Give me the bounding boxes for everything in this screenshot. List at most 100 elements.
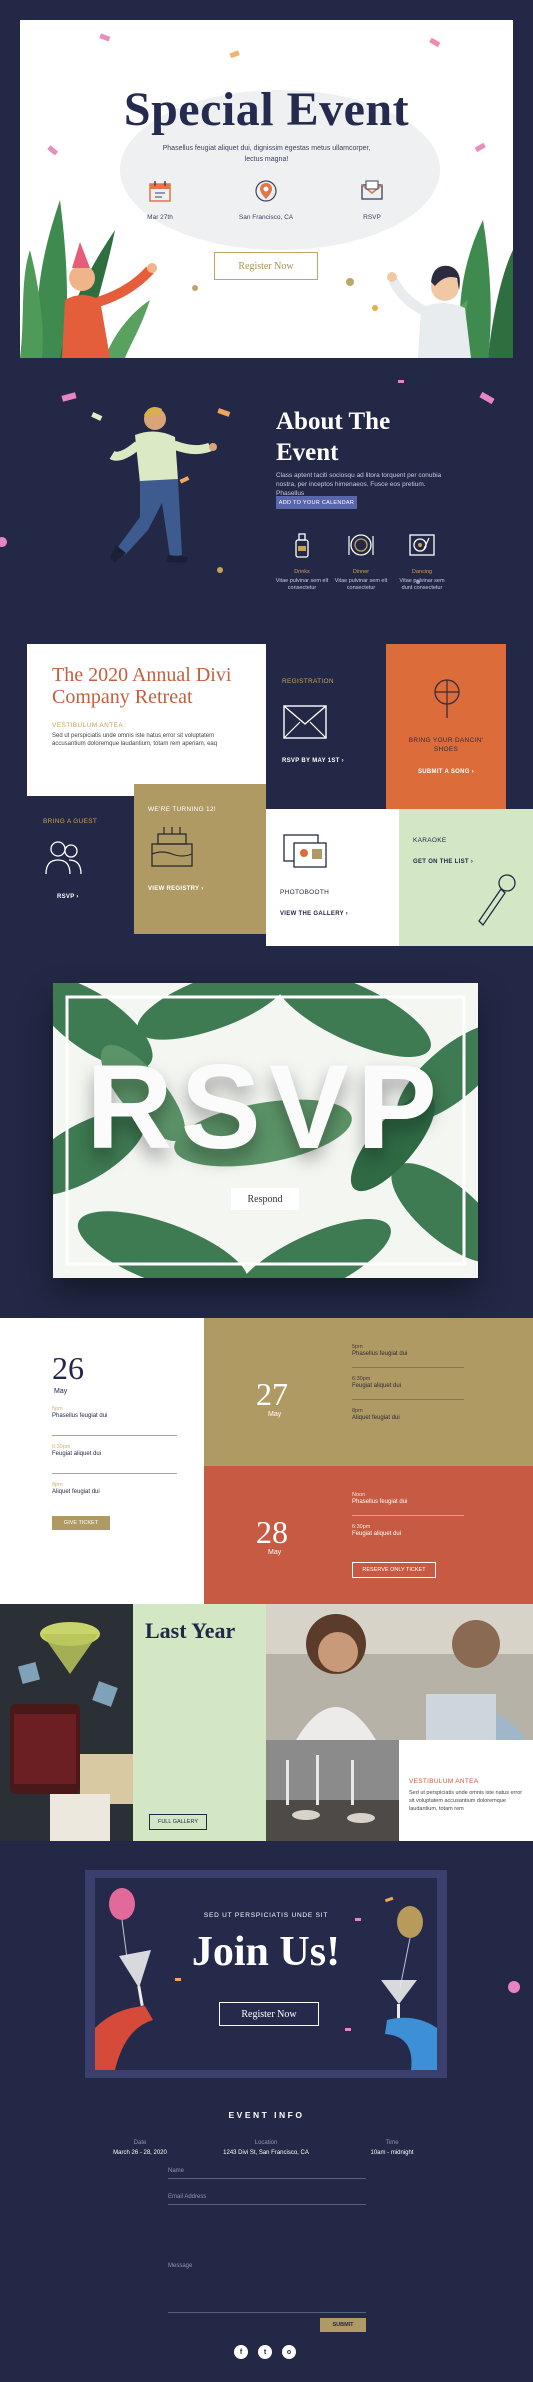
last-year-panel: Last Year FULL GALLERY: [133, 1604, 266, 1841]
guest-link[interactable]: RSVP ›: [57, 894, 79, 900]
schedule-time: Noon: [352, 1492, 366, 1498]
friends-photo: [266, 1604, 533, 1740]
karaoke-label: KARAOKE: [413, 837, 447, 844]
schedule-item: Phasellus feugiat dui: [352, 1351, 408, 1357]
envelope-icon: [361, 180, 383, 200]
photo-friends: [266, 1604, 533, 1740]
divider: [352, 1515, 464, 1516]
last-year-title: Last Year: [145, 1618, 236, 1643]
email-field[interactable]: Email Address: [168, 2194, 366, 2205]
schedule-time: 5pm: [52, 1406, 63, 1412]
schedule-item: Feugiat aliquet dui: [52, 1451, 102, 1457]
hero-section: Special Event Phasellus feugiat aliquet …: [20, 20, 513, 358]
name-field[interactable]: Name: [168, 2168, 366, 2179]
join-title: Join Us!: [191, 1929, 341, 1975]
arrow-right-icon: ›: [341, 758, 344, 764]
reserve-ticket-button[interactable]: RESERVE ONLY TICKET: [352, 1562, 436, 1578]
divider: [52, 1435, 177, 1436]
registration-label: REGISTRATION: [282, 678, 334, 685]
schedule-time: 8pm: [52, 1482, 63, 1488]
join-kicker: SED UT PERSPICIATIS UNDE SIT: [203, 1912, 329, 1919]
day-month: May: [268, 1411, 282, 1418]
day-27-list: 5pm Phasellus feugiat dui 6:30pm Feugiat…: [352, 1344, 464, 1423]
join-inner: SED UT PERSPICIATIS UNDE SIT Join Us! Re…: [95, 1878, 437, 2070]
rsvp-card: RSVP Respond: [53, 983, 478, 1278]
about-item-text: Vitae pulvinar sem elt consectetur: [334, 578, 388, 591]
schedule-item: Phasellus feugiat dui: [52, 1413, 108, 1419]
about-item-label: Dinner: [352, 569, 370, 575]
dinner-icon: [348, 534, 374, 556]
photo-drinks: [0, 1604, 133, 1841]
table-photo: [266, 1740, 399, 1841]
hero-location: San Francisco, CA: [226, 178, 306, 221]
schedule-time: 6:30pm: [352, 1524, 371, 1530]
registration-tile[interactable]: REGISTRATION RSVP BY MAY 1ST ›: [266, 644, 386, 784]
about-text: Class aptent taciti sociosqu ad litora t…: [276, 472, 442, 497]
full-gallery-button[interactable]: FULL GALLERY: [149, 1814, 207, 1830]
registration-link[interactable]: RSVP BY MAY 1ST ›: [282, 758, 344, 764]
schedule-item: Aliquet feugiat dui: [52, 1489, 100, 1495]
hero-rsvp: RSVP: [332, 178, 412, 221]
day-number: 26: [52, 1350, 84, 1386]
gallery-text: Sed ut perspiciatis unde omnis iste natu…: [409, 1790, 523, 1812]
schedule-item: Feugiat aliquet dui: [352, 1531, 402, 1537]
message-field[interactable]: Message: [168, 2263, 366, 2313]
turning-label: WE'RE TURNING 12!: [148, 806, 216, 813]
info-value: 1243 Divi St, San Francisco, CA: [223, 2150, 309, 2156]
respond-button[interactable]: Respond: [231, 1188, 299, 1210]
give-ticket-button[interactable]: GIVE TICKET: [52, 1516, 110, 1530]
schedule-item: Feugiat aliquet dui: [352, 1383, 402, 1389]
hero-location-label: San Francisco, CA: [238, 214, 294, 221]
retreat-title-line1: The 2020 Annual Divi: [52, 664, 232, 686]
arrow-right-icon: ›: [76, 894, 79, 900]
schedule-time: 6:30pm: [352, 1376, 371, 1382]
join-register-button[interactable]: Register Now: [219, 2002, 319, 2026]
twitter-icon[interactable]: t: [258, 2345, 272, 2359]
info-location: Location 1243 Divi St, San Francisco, CA: [206, 2140, 326, 2156]
about-item-label: Dancing: [411, 569, 433, 575]
envelope-icon: [283, 705, 327, 739]
turntable-icon: [409, 534, 435, 556]
gallery-caption: VESTIBULUM ANTEA Sed ut perspiciatis und…: [399, 1740, 533, 1841]
join-card: SED UT PERSPICIATIS UNDE SIT Join Us! Re…: [85, 1870, 447, 2078]
turning-tile[interactable]: WE'RE TURNING 12! VIEW REGISTRY ›: [134, 784, 266, 934]
drinks-icon: [295, 533, 309, 558]
hero-date-label: Mar 27th: [147, 214, 173, 221]
about-item-dancing: Dancing Vitae pulvinar sem dunt consecte…: [394, 530, 450, 592]
schedule-day-26: 26 May 5pm Phasellus feugiat dui 6:30pm …: [0, 1318, 204, 1604]
submit-button[interactable]: SUBMIT: [320, 2318, 366, 2332]
drinks-photo: [0, 1604, 133, 1841]
arrow-right-icon: ›: [471, 769, 475, 775]
dancing-link-text: SUBMIT A SONG: [417, 769, 470, 775]
schedule-time: 6:30pm: [52, 1444, 71, 1450]
add-to-calendar-button[interactable]: ADD TO YOUR CALENDAR: [276, 496, 357, 509]
hero-date: Mar 27th: [120, 178, 200, 221]
event-info-title: EVENT INFO: [228, 2110, 305, 2120]
instagram-icon[interactable]: o: [282, 2345, 296, 2359]
turning-link[interactable]: VIEW REGISTRY ›: [148, 886, 204, 892]
day-month: May: [268, 1549, 282, 1556]
karaoke-link-text: GET ON THE LIST: [413, 859, 469, 865]
register-now-button[interactable]: Register Now: [214, 252, 318, 280]
day-26-list: 5pm Phasellus feugiat dui 6:30pm Feugiat…: [52, 1406, 177, 1497]
about-title-line1: About The: [276, 408, 391, 435]
turning-link-text: VIEW REGISTRY: [148, 886, 200, 892]
retreat-kicker: VESTIBULUM ANTEA: [52, 722, 124, 729]
cake-icon: [151, 827, 193, 867]
day-28-list: Noon Phasellus feugiat dui 6:30pm Feugia…: [352, 1492, 464, 1539]
facebook-icon[interactable]: f: [234, 2345, 248, 2359]
about-confetti: [0, 380, 495, 584]
photobooth-link[interactable]: VIEW THE GALLERY ›: [280, 911, 348, 917]
karaoke-link[interactable]: GET ON THE LIST ›: [413, 859, 473, 865]
dancing-link[interactable]: SUBMIT A SONG ›: [386, 769, 506, 775]
info-key: Date: [133, 2140, 147, 2146]
dancing-tile[interactable]: BRING YOUR DANCIN' SHOES SUBMIT A SONG ›: [386, 644, 506, 809]
guest-tile[interactable]: BRING A GUEST RSVP ›: [27, 796, 134, 921]
schedule-item: Aliquet feugiat dui: [352, 1415, 400, 1421]
about-item-drinks: Drinks Vitae pulvinar sem elt consectetu…: [274, 530, 330, 592]
photobooth-tile[interactable]: PHOTOBOOTH VIEW THE GALLERY ›: [266, 809, 399, 946]
karaoke-tile[interactable]: KARAOKE GET ON THE LIST ›: [399, 809, 533, 946]
microphone-icon: [478, 874, 516, 927]
confetti-dot: [508, 1981, 520, 1993]
photobooth-label: PHOTOBOOTH: [280, 889, 330, 896]
